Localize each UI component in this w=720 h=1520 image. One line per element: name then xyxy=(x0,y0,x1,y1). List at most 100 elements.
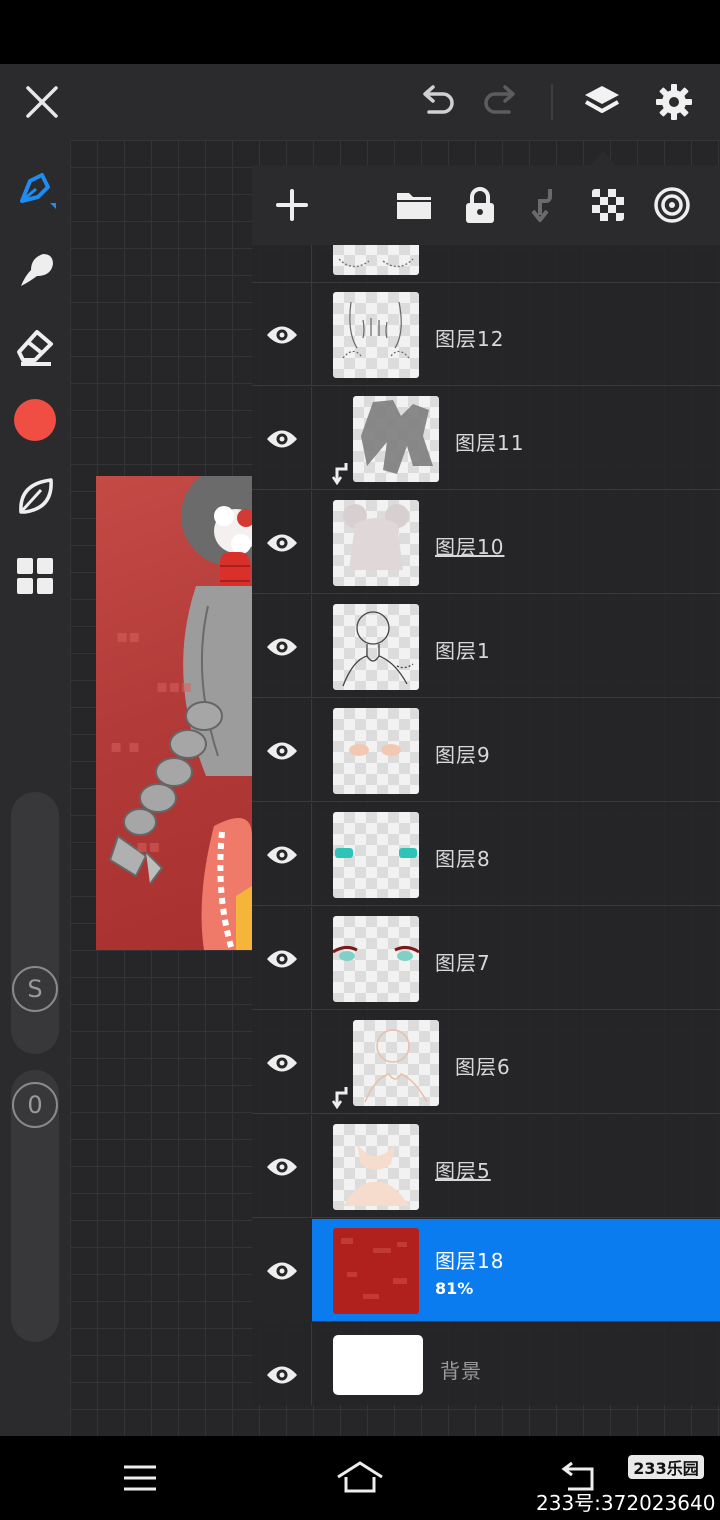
gallery-tool-button[interactable] xyxy=(9,550,61,602)
layer-name: 图层12 xyxy=(435,327,505,351)
layer-name: 背景 xyxy=(440,1359,482,1383)
artwork-canvas[interactable]: ▪▪ ▪▪▪ ▪ ▪ ▪▪ xyxy=(96,476,252,950)
layer-visibility-toggle[interactable] xyxy=(252,1323,312,1405)
size-indicator: S xyxy=(12,966,58,1012)
layer-row[interactable]: 图层9 xyxy=(252,699,720,802)
close-icon xyxy=(26,86,58,118)
layer-row[interactable]: 图层8 xyxy=(252,803,720,906)
layer-thumbnail xyxy=(333,916,419,1002)
color-picker-button[interactable] xyxy=(9,394,61,446)
layer-name: 图层1 xyxy=(435,639,491,663)
eraser-tool-button[interactable] xyxy=(9,320,61,372)
style-tool-button[interactable] xyxy=(9,470,61,522)
layer-thumbnail xyxy=(333,1335,423,1395)
layer-row-partial[interactable] xyxy=(252,245,720,283)
home-icon xyxy=(337,1461,383,1493)
layer-name: 图层6 xyxy=(455,1055,511,1079)
layer-visibility-toggle[interactable] xyxy=(252,1115,312,1218)
merge-down-icon xyxy=(531,189,552,222)
layer-thumbnail xyxy=(353,396,439,482)
undo-button[interactable] xyxy=(413,78,461,126)
eye-icon xyxy=(267,1262,297,1279)
layer-name: 图层9 xyxy=(435,743,491,767)
redo-button[interactable] xyxy=(477,78,525,126)
close-button[interactable] xyxy=(18,78,66,126)
alpha-lock-button[interactable] xyxy=(648,181,696,229)
layer-name: 图层8 xyxy=(435,847,491,871)
home-button[interactable] xyxy=(330,1454,390,1502)
layer-visibility-toggle[interactable] xyxy=(252,1011,312,1114)
menu-button[interactable] xyxy=(110,1454,170,1502)
layer-thumbnail xyxy=(333,604,419,690)
watermark-badge: 233乐园 xyxy=(628,1455,704,1479)
alpha-icon xyxy=(654,187,690,223)
layer-visibility-toggle[interactable] xyxy=(252,803,312,906)
redo-icon xyxy=(484,85,515,114)
layer-row[interactable]: 图层1 xyxy=(252,595,720,698)
eye-icon xyxy=(266,326,297,343)
layer-visibility-toggle[interactable] xyxy=(252,491,312,594)
layer-name: 图层10 xyxy=(435,535,505,559)
merge-down-button[interactable] xyxy=(520,181,568,229)
eye-icon xyxy=(266,1366,297,1383)
brush-icon xyxy=(20,173,56,209)
artwork-illustration xyxy=(108,476,252,950)
layer-panel-toolbar xyxy=(252,165,720,245)
layer-visibility-toggle[interactable] xyxy=(252,387,312,490)
layers-icon xyxy=(585,86,619,113)
layer-name: 图层18 xyxy=(435,1249,505,1273)
layer-name: 图层7 xyxy=(435,951,491,975)
layer-list[interactable]: 图层12 图层11 图层10 图层1 图层9 图层8 图层7 图层6 图层5 图… xyxy=(252,245,720,1405)
layers-button[interactable] xyxy=(578,78,626,126)
layer-row[interactable]: 图层7 xyxy=(252,907,720,1010)
layer-name: 图层11 xyxy=(455,431,525,455)
lock-icon xyxy=(466,187,494,223)
layer-visibility-toggle[interactable] xyxy=(252,595,312,698)
layer-visibility-toggle[interactable] xyxy=(252,1219,312,1322)
layer-row[interactable]: 图层10 xyxy=(252,491,720,594)
layer-visibility-toggle[interactable] xyxy=(252,699,312,802)
layer-visibility-toggle[interactable] xyxy=(252,907,312,1010)
layer-row-selected[interactable]: 图层18 81% xyxy=(252,1219,720,1322)
folder-icon xyxy=(397,193,431,219)
eye-icon xyxy=(266,950,297,967)
watermark-id: 233号:372023640 xyxy=(536,1491,716,1515)
eye-icon xyxy=(266,430,297,447)
layer-visibility-toggle[interactable] xyxy=(252,283,312,386)
eye-icon xyxy=(266,638,297,655)
layer-thumbnail xyxy=(353,1020,439,1106)
eraser-icon xyxy=(17,330,53,366)
eye-icon xyxy=(266,742,297,759)
layer-row[interactable]: 图层6 xyxy=(252,1011,720,1114)
smudge-tool-button[interactable] xyxy=(9,244,61,296)
left-toolbar: S 0 xyxy=(0,140,70,1436)
opacity-indicator: 0 xyxy=(12,1082,58,1128)
brush-size-slider[interactable]: S xyxy=(11,792,59,1054)
layer-visibility-toggle[interactable] xyxy=(252,245,312,283)
brush-tool-button[interactable] xyxy=(9,164,61,216)
layer-row[interactable]: 图层11 xyxy=(252,387,720,490)
undo-icon xyxy=(423,85,454,114)
lock-layer-button[interactable] xyxy=(456,181,504,229)
add-group-button[interactable] xyxy=(390,181,438,229)
layer-thumbnail xyxy=(333,1124,419,1210)
grid-icon xyxy=(17,558,53,594)
eye-icon xyxy=(266,1158,297,1175)
layer-row-background[interactable]: 背景 xyxy=(252,1323,720,1405)
clipping-mask-icon xyxy=(332,1087,348,1109)
eye-icon xyxy=(266,846,297,863)
layer-row[interactable]: 图层5 xyxy=(252,1115,720,1218)
smudge-icon xyxy=(21,254,53,286)
settings-icon xyxy=(656,84,692,120)
brush-opacity-slider[interactable]: 0 xyxy=(11,1070,59,1342)
eye-icon xyxy=(266,1054,297,1071)
leaf-icon xyxy=(19,478,53,514)
color-swatch xyxy=(14,399,56,441)
transparency-button[interactable] xyxy=(584,181,632,229)
layer-thumbnail xyxy=(333,292,419,378)
layer-row[interactable]: 图层12 xyxy=(252,283,720,386)
layer-thumbnail xyxy=(333,500,419,586)
clipping-mask-icon xyxy=(332,463,348,485)
settings-button[interactable] xyxy=(650,78,698,126)
add-layer-button[interactable] xyxy=(268,181,316,229)
